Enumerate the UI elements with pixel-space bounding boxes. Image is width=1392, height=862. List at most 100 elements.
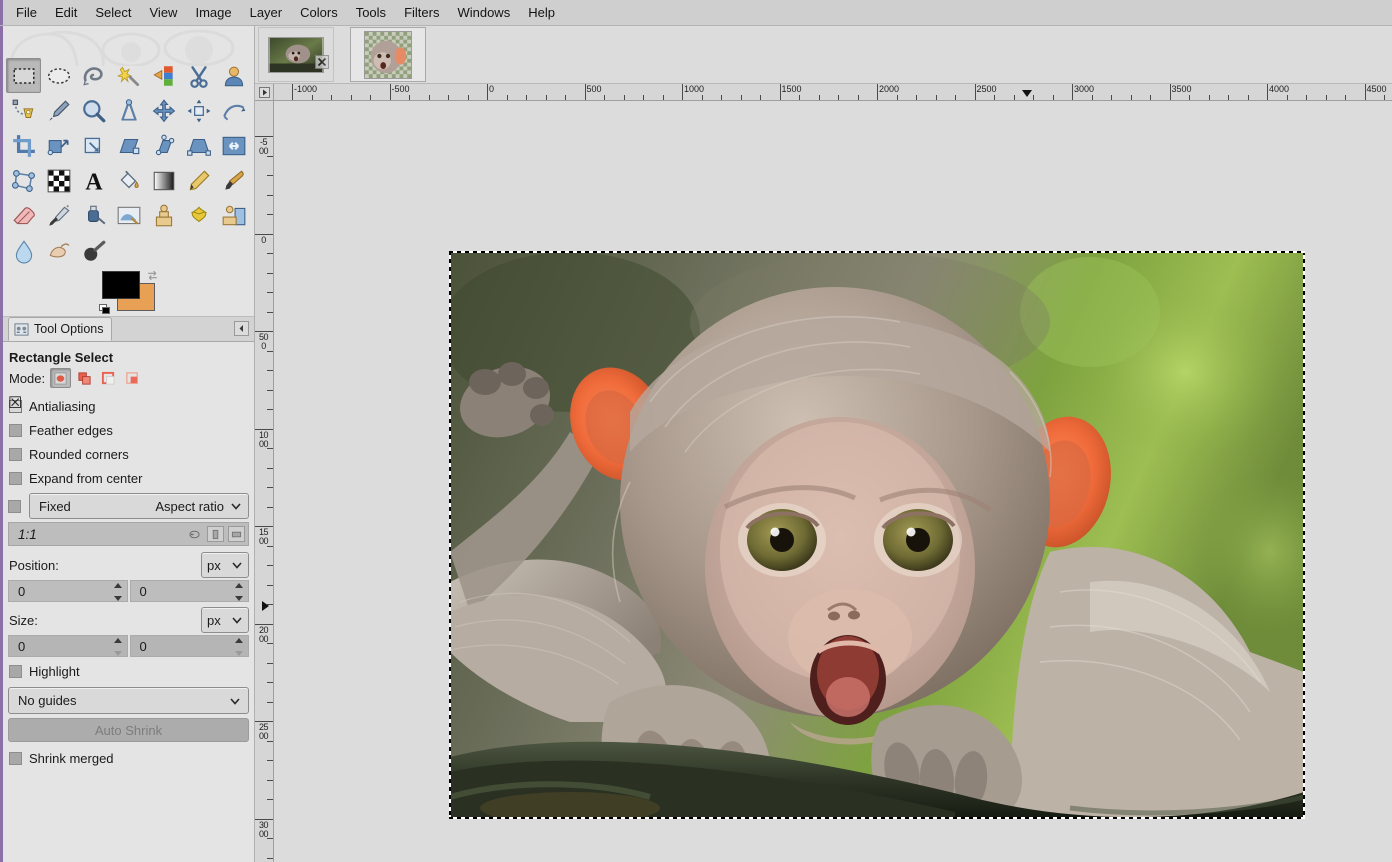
warp-transform-tool[interactable] <box>216 93 251 128</box>
menu-select[interactable]: Select <box>86 2 140 23</box>
eraser-tool[interactable] <box>6 198 41 233</box>
tool-options-icon <box>14 322 29 336</box>
pencil-tool[interactable] <box>181 163 216 198</box>
feather-edges-checkbox[interactable] <box>9 423 22 437</box>
airbrush-tool[interactable] <box>41 198 76 233</box>
position-unit-select[interactable]: px <box>201 552 249 578</box>
flip-tool[interactable] <box>216 128 251 163</box>
expand-from-center-checkbox[interactable] <box>9 471 22 485</box>
portrait-orientation-button[interactable] <box>207 526 224 542</box>
color-swatch-area[interactable] <box>99 269 161 316</box>
collapse-panel-button[interactable] <box>234 321 249 336</box>
move-tool[interactable] <box>146 93 181 128</box>
add-mode-button[interactable] <box>74 368 95 388</box>
aspect-ratio-reset-button[interactable] <box>186 526 203 542</box>
bucket-fill-pattern-tool[interactable] <box>41 163 76 198</box>
text-tool[interactable]: A <box>76 163 111 198</box>
menu-tools[interactable]: Tools <box>347 2 395 23</box>
foreground-select-tool[interactable] <box>216 58 251 93</box>
tab-tool-options[interactable]: Tool Options <box>8 317 113 341</box>
alignment-tool[interactable] <box>181 93 216 128</box>
size-width-input[interactable]: 0 <box>8 635 128 657</box>
heal-tool[interactable] <box>181 198 216 233</box>
menu-colors[interactable]: Colors <box>291 2 347 23</box>
unified-transform-tool[interactable] <box>41 128 76 163</box>
menu-layer[interactable]: Layer <box>241 2 292 23</box>
aspect-ratio-field[interactable]: 1:1 <box>8 522 249 546</box>
size-height-stepper[interactable] <box>235 638 244 656</box>
menu-image[interactable]: Image <box>186 2 240 23</box>
crop-tool[interactable] <box>6 128 41 163</box>
shrink-merged-row[interactable]: Shrink merged <box>8 746 249 770</box>
ruler-minor-tick <box>267 779 273 781</box>
scissors-select-tool[interactable] <box>181 58 216 93</box>
position-x-stepper[interactable] <box>113 583 123 601</box>
horizontal-ruler[interactable]: -1000 -500 0 500 1000 1500 2000 2500 3000 3500 400… <box>274 84 1392 101</box>
color-picker-tool[interactable] <box>41 93 76 128</box>
antialiasing-checkbox[interactable] <box>8 396 22 413</box>
menu-filters[interactable]: Filters <box>395 2 448 23</box>
rotate-tool[interactable] <box>76 128 111 163</box>
rectangle-select-tool[interactable] <box>6 58 41 93</box>
position-y-input[interactable]: 0 <box>129 580 249 602</box>
menu-edit[interactable]: Edit <box>46 2 86 23</box>
ink-tool[interactable] <box>76 198 111 233</box>
paintbrush-tool[interactable] <box>216 163 251 198</box>
blur-sharpen-tool[interactable] <box>6 233 41 268</box>
highlight-row[interactable]: Highlight <box>8 659 249 683</box>
perspective-clone-tool[interactable] <box>216 198 251 233</box>
subtract-mode-button[interactable] <box>98 368 119 388</box>
image-thumb-2[interactable] <box>350 27 426 82</box>
clone-tool[interactable] <box>146 198 181 233</box>
swap-colors-icon[interactable] <box>146 269 159 282</box>
feather-edges-row[interactable]: Feather edges <box>8 418 249 442</box>
vertical-ruler[interactable]: -5000500100015002000250030003500 <box>255 101 274 862</box>
expand-from-center-row[interactable]: Expand from center <box>8 466 249 490</box>
shear-tool[interactable] <box>146 128 181 163</box>
cage-transform-tool[interactable] <box>6 163 41 198</box>
highlight-checkbox[interactable] <box>9 664 22 678</box>
shrink-merged-checkbox[interactable] <box>9 751 22 765</box>
smudge-tool[interactable] <box>41 233 76 268</box>
size-unit-select[interactable]: px <box>201 607 249 633</box>
position-y-stepper[interactable] <box>235 583 244 601</box>
canvas-image[interactable] <box>449 251 1305 819</box>
auto-shrink-button[interactable]: Auto Shrink <box>8 718 249 742</box>
foreground-color-swatch[interactable] <box>102 271 140 299</box>
measure-tool[interactable] <box>111 93 146 128</box>
mypaint-brush-tool[interactable] <box>111 198 146 233</box>
ellipse-select-tool[interactable] <box>41 58 76 93</box>
rounded-corners-checkbox[interactable] <box>9 447 22 461</box>
antialiasing-row[interactable]: Antialiasing <box>8 394 249 418</box>
menu-windows[interactable]: Windows <box>448 2 519 23</box>
landscape-orientation-button[interactable] <box>228 526 245 542</box>
guides-select[interactable]: No guides <box>8 687 249 714</box>
ruler-label: -1000 <box>294 84 318 94</box>
ruler-origin-button[interactable] <box>255 84 274 101</box>
size-height-input[interactable]: 0 <box>129 635 249 657</box>
menu-file[interactable]: File <box>7 2 46 23</box>
position-x-input[interactable]: 0 <box>8 580 128 602</box>
gradient-tool[interactable] <box>146 163 181 198</box>
zoom-tool[interactable] <box>76 93 111 128</box>
size-width-stepper[interactable] <box>113 638 123 656</box>
paths-tool[interactable] <box>6 93 41 128</box>
ruler-tick <box>487 84 488 100</box>
scale-tool[interactable] <box>111 128 146 163</box>
fixed-aspect-combo[interactable]: Fixed Aspect ratio <box>29 493 249 519</box>
menu-help[interactable]: Help <box>519 2 564 23</box>
intersect-mode-button[interactable] <box>122 368 143 388</box>
bucket-fill-tool[interactable] <box>111 163 146 198</box>
fuzzy-select-tool[interactable] <box>111 58 146 93</box>
menu-view[interactable]: View <box>141 2 187 23</box>
canvas-viewport[interactable] <box>274 101 1392 862</box>
fixed-checkbox[interactable] <box>8 499 21 513</box>
rounded-corners-row[interactable]: Rounded corners <box>8 442 249 466</box>
replace-mode-button[interactable] <box>50 368 72 388</box>
reset-colors-icon[interactable] <box>99 304 112 316</box>
dodge-burn-tool[interactable] <box>76 233 111 268</box>
free-select-tool[interactable] <box>76 58 111 93</box>
perspective-tool[interactable] <box>181 128 216 163</box>
close-image-button[interactable] <box>315 55 329 69</box>
select-by-color-tool[interactable] <box>146 58 181 93</box>
